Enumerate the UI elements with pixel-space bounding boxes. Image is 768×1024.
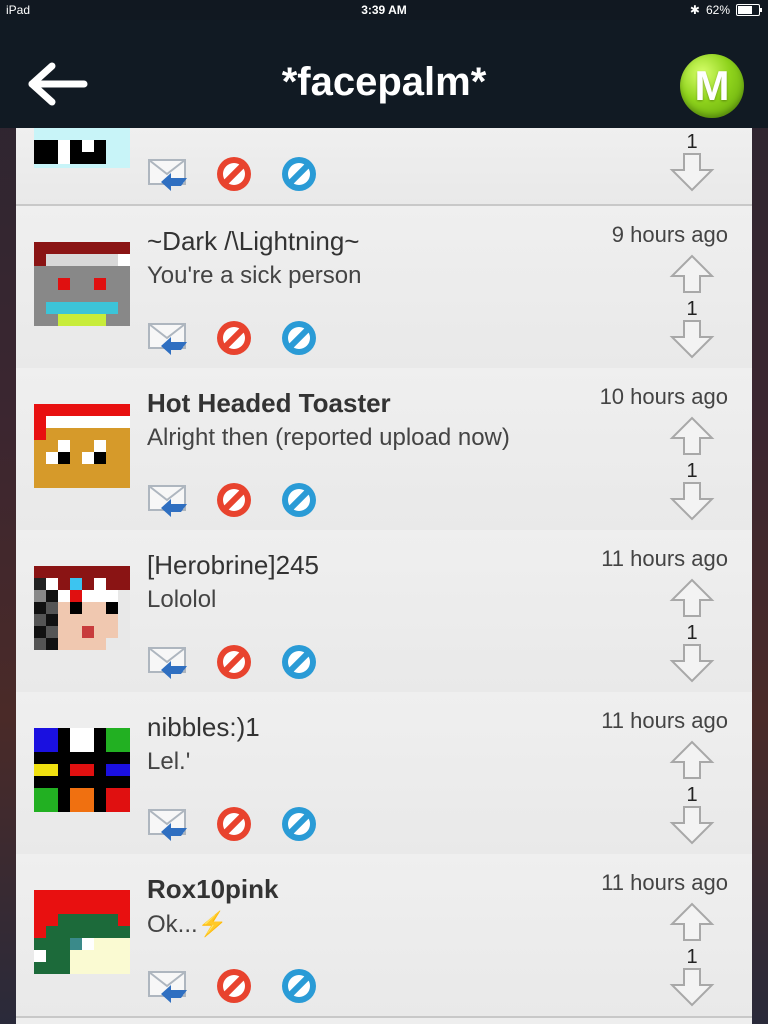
downvote-arrow-icon[interactable] — [669, 481, 715, 521]
avatar — [34, 404, 130, 488]
comment-row: 1 — [16, 128, 752, 206]
timestamp: 10 hours ago — [599, 384, 728, 409]
comment-text: Lel.' — [147, 748, 191, 775]
report-icon[interactable] — [277, 318, 321, 358]
avatar — [34, 728, 130, 812]
block-icon[interactable] — [212, 480, 256, 520]
comment-actions — [147, 966, 321, 1006]
upvote-arrow-icon[interactable] — [669, 254, 715, 294]
upvote-arrow-icon[interactable] — [669, 416, 715, 456]
username[interactable]: ~Dark /\Lightning~ — [147, 226, 359, 257]
upvote-arrow-icon[interactable] — [669, 902, 715, 942]
comment-row: Rox10pink Ok...⚡ 11 hours ago 1 — [16, 854, 752, 1018]
comment-row: ~Dark /\Lightning~ You're a sick person … — [16, 206, 752, 370]
vote-count: 1 — [686, 784, 698, 806]
block-icon[interactable] — [212, 642, 256, 682]
downvote-arrow-icon[interactable] — [669, 643, 715, 683]
comment-actions — [147, 318, 321, 358]
reply-icon[interactable] — [147, 804, 191, 844]
reply-icon[interactable] — [147, 154, 191, 194]
downvote-arrow-icon[interactable] — [669, 805, 715, 845]
block-icon[interactable] — [212, 804, 256, 844]
upvote-arrow-icon[interactable] — [669, 578, 715, 618]
comment-row: Hot Headed Toaster Alright then (reporte… — [16, 368, 752, 532]
comment-text: Ok...⚡ — [147, 911, 228, 938]
comment-actions — [147, 642, 321, 682]
upvote-arrow-icon[interactable] — [669, 740, 715, 780]
vote-count: 1 — [686, 946, 698, 968]
downvote-arrow-icon[interactable] — [669, 152, 715, 192]
vote-count: 1 — [686, 622, 698, 644]
report-icon[interactable] — [277, 154, 321, 194]
report-icon[interactable] — [277, 480, 321, 520]
comment-list[interactable]: 1 ~Dark /\Lightning~ You're a sick perso… — [16, 128, 752, 1024]
username[interactable]: Hot Headed Toaster — [147, 388, 391, 419]
battery-icon — [736, 4, 762, 16]
status-bar: iPad 3:39 AM ✱ 62% — [0, 0, 768, 20]
block-icon[interactable] — [212, 154, 256, 194]
reply-icon[interactable] — [147, 966, 191, 1006]
avatar — [34, 128, 130, 168]
comment-actions — [147, 154, 321, 194]
clock: 3:39 AM — [361, 3, 407, 17]
username[interactable]: Rox10pink — [147, 874, 279, 905]
comment-text: Lololol — [147, 586, 217, 613]
vote-control: 1 — [668, 902, 716, 1012]
vote-control: 1 — [668, 740, 716, 850]
vote-count: 1 — [686, 298, 698, 320]
timestamp: 11 hours ago — [601, 546, 728, 571]
report-icon[interactable] — [277, 642, 321, 682]
timestamp: 9 hours ago — [611, 222, 728, 247]
app-logo-button[interactable]: M — [680, 54, 744, 118]
downvote-arrow-icon[interactable] — [669, 319, 715, 359]
username[interactable]: [Herobrine]245 — [147, 550, 319, 581]
comment-row: nibbles:)1 Lel.' 11 hours ago 1 — [16, 692, 752, 856]
report-icon[interactable] — [277, 804, 321, 844]
avatar — [34, 242, 130, 326]
vote-count: 1 — [686, 131, 698, 153]
vote-count: 1 — [686, 460, 698, 482]
username[interactable]: nibbles:)1 — [147, 712, 260, 743]
timestamp: 11 hours ago — [601, 708, 728, 733]
avatar — [34, 566, 130, 650]
vote-control: 1 — [668, 416, 716, 526]
comment-actions — [147, 480, 321, 520]
block-icon[interactable] — [212, 318, 256, 358]
navigation-bar: *facepalm* M — [0, 20, 768, 128]
status-right: ✱ 62% — [689, 3, 762, 17]
page-title: *facepalm* — [281, 60, 487, 104]
vote-control: 1 — [668, 131, 716, 197]
vote-control: 1 — [668, 578, 716, 688]
comment-row: [Herobrine]245 Lololol 11 hours ago 1 — [16, 530, 752, 694]
comment-actions — [147, 804, 321, 844]
report-icon[interactable] — [277, 966, 321, 1006]
timestamp: 11 hours ago — [601, 870, 728, 895]
reply-icon[interactable] — [147, 318, 191, 358]
vote-control: 1 — [668, 254, 716, 364]
reply-icon[interactable] — [147, 642, 191, 682]
battery-label: 62% — [705, 3, 730, 17]
block-icon[interactable] — [212, 966, 256, 1006]
bluetooth-icon: ✱ — [689, 3, 700, 17]
reply-icon[interactable] — [147, 480, 191, 520]
avatar — [34, 890, 130, 974]
downvote-arrow-icon[interactable] — [669, 967, 715, 1007]
comment-text: Alright then (reported upload now) — [147, 424, 510, 451]
comment-text: You're a sick person — [147, 262, 362, 289]
